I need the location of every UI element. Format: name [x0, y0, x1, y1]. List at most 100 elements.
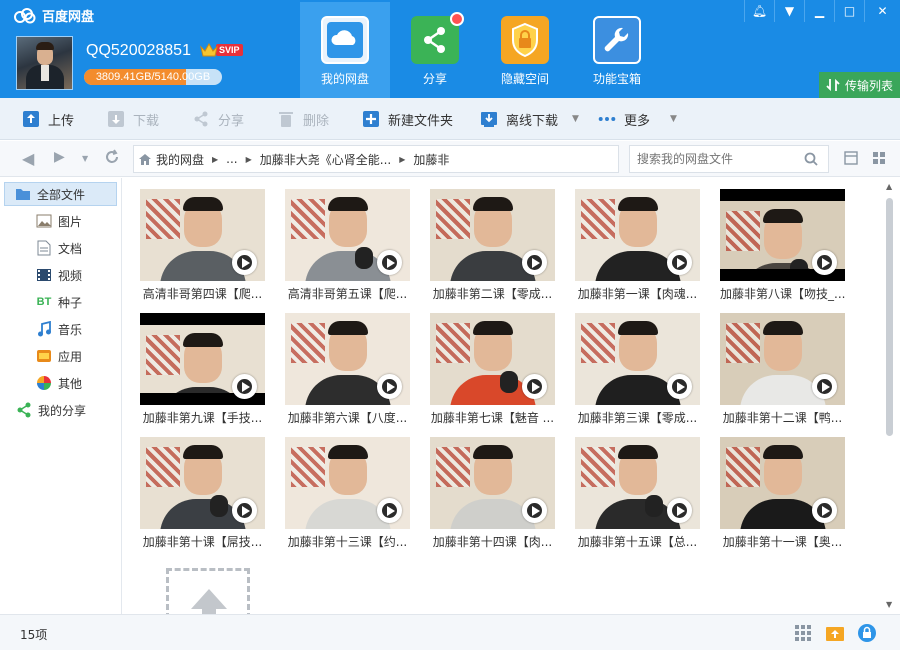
svip-badge[interactable]: SVIP: [200, 42, 243, 58]
file-name[interactable]: 加藤非第七课【魅音 ...: [430, 409, 555, 426]
play-icon[interactable]: [667, 498, 692, 523]
video-thumbnail[interactable]: [285, 313, 410, 405]
avatar[interactable]: [16, 36, 73, 90]
sidebar-item[interactable]: 全部文件: [4, 182, 117, 206]
video-file-tile[interactable]: 高清非哥第五课【爬...: [285, 189, 410, 302]
scroll-up-icon[interactable]: ▲: [886, 182, 892, 191]
file-name[interactable]: 加藤非第十一课【奥...: [720, 533, 845, 550]
sidebar-item[interactable]: 我的分享: [0, 398, 121, 422]
breadcrumb-home[interactable]: 我的网盘: [134, 151, 212, 168]
file-name[interactable]: 高清非哥第五课【爬...: [285, 285, 410, 302]
delete-button[interactable]: 删除: [277, 98, 329, 140]
back-icon[interactable]: ◀: [22, 149, 34, 168]
close-icon[interactable]: ✕: [864, 0, 900, 22]
file-name[interactable]: 加藤非第十课【屌技...: [140, 533, 265, 550]
username[interactable]: QQ520028851: [86, 42, 191, 60]
video-thumbnail[interactable]: [430, 313, 555, 405]
video-thumbnail[interactable]: [285, 189, 410, 281]
sidebar-item[interactable]: BT 种子: [0, 290, 121, 314]
upload-button[interactable]: 上传: [22, 98, 74, 140]
nav-my-disk[interactable]: 我的网盘: [300, 2, 390, 98]
video-file-tile[interactable]: 高清非哥第四课【爬...: [140, 189, 265, 302]
more-button[interactable]: 更多 ▼: [598, 98, 677, 140]
video-file-tile[interactable]: 加藤非第十二课【鸭...: [720, 313, 845, 426]
nav-share[interactable]: 分享: [390, 2, 480, 98]
vertical-scrollbar[interactable]: ▲ ▼: [884, 180, 896, 612]
transfer-list-button[interactable]: 传输列表: [819, 72, 900, 98]
play-icon[interactable]: [812, 250, 837, 275]
video-thumbnail[interactable]: [720, 313, 845, 405]
video-file-tile[interactable]: 加藤非第三课【零成...: [575, 313, 700, 426]
video-thumbnail[interactable]: [285, 437, 410, 529]
file-name[interactable]: 加藤非第二课【零成...: [430, 285, 555, 302]
video-thumbnail[interactable]: [430, 189, 555, 281]
file-name[interactable]: 加藤非第三课【零成...: [575, 409, 700, 426]
video-thumbnail[interactable]: [140, 313, 265, 405]
file-name[interactable]: 加藤非第十四课【肉...: [430, 533, 555, 550]
sidebar-item[interactable]: 图片: [0, 209, 121, 233]
video-thumbnail[interactable]: [575, 437, 700, 529]
sidebar-item[interactable]: 视频: [0, 263, 121, 287]
maximize-icon[interactable]: □: [834, 0, 864, 22]
video-thumbnail[interactable]: [575, 189, 700, 281]
bell-icon[interactable]: 🔔︎: [744, 0, 774, 22]
play-icon[interactable]: [232, 374, 257, 399]
breadcrumb-ellipsis[interactable]: ...: [218, 152, 245, 166]
video-file-tile[interactable]: 加藤非第九课【手技...: [140, 313, 265, 426]
file-name[interactable]: 加藤非第八课【吻技_...: [720, 285, 845, 302]
play-icon[interactable]: [377, 498, 402, 523]
video-file-tile[interactable]: 加藤非第二课【零成...: [430, 189, 555, 302]
upload-drop-tile[interactable]: [166, 568, 250, 614]
scroll-down-icon[interactable]: ▼: [886, 600, 892, 609]
search-input[interactable]: [630, 146, 790, 172]
play-icon[interactable]: [377, 250, 402, 275]
thumbnail-size-icon[interactable]: [793, 623, 813, 643]
video-file-tile[interactable]: 加藤非第八课【吻技_...: [720, 189, 845, 302]
video-file-tile[interactable]: 加藤非第十三课【约...: [285, 437, 410, 550]
search-icon[interactable]: [804, 152, 818, 166]
upload-folder-icon[interactable]: [825, 623, 845, 643]
video-thumbnail[interactable]: [720, 437, 845, 529]
offline-download-button[interactable]: 离线下载 ▼: [480, 98, 579, 140]
play-icon[interactable]: [667, 374, 692, 399]
video-file-tile[interactable]: 加藤非第七课【魅音 ...: [430, 313, 555, 426]
video-file-tile[interactable]: 加藤非第一课【肉魂...: [575, 189, 700, 302]
share-button[interactable]: 分享: [192, 98, 244, 140]
breadcrumb-parent[interactable]: 加藤非大尧《心肾全能...: [252, 151, 399, 168]
forward-icon[interactable]: ▶: [54, 149, 65, 165]
sidebar-item[interactable]: 其他: [0, 371, 121, 395]
sidebar-item[interactable]: 文档: [0, 236, 121, 260]
minimize-icon[interactable]: ▁: [804, 0, 834, 22]
video-thumbnail[interactable]: [140, 189, 265, 281]
play-icon[interactable]: [232, 250, 257, 275]
file-name[interactable]: 加藤非第九课【手技...: [140, 409, 265, 426]
file-name[interactable]: 加藤非第六课【八度...: [285, 409, 410, 426]
play-icon[interactable]: [522, 250, 547, 275]
play-icon[interactable]: [812, 498, 837, 523]
video-file-tile[interactable]: 加藤非第六课【八度...: [285, 313, 410, 426]
video-thumbnail[interactable]: [430, 437, 555, 529]
refresh-icon[interactable]: [104, 149, 120, 169]
play-icon[interactable]: [377, 374, 402, 399]
download-button[interactable]: 下载: [107, 98, 159, 140]
file-name[interactable]: 加藤非第一课【肉魂...: [575, 285, 700, 302]
video-file-tile[interactable]: 加藤非第十五课【总...: [575, 437, 700, 550]
video-file-tile[interactable]: 加藤非第十四课【肉...: [430, 437, 555, 550]
nav-hidden-space[interactable]: 隐藏空间: [480, 2, 570, 98]
sidebar-item[interactable]: 应用: [0, 344, 121, 368]
file-name[interactable]: 加藤非第十三课【约...: [285, 533, 410, 550]
grid-view-icon[interactable]: [872, 151, 886, 165]
play-icon[interactable]: [522, 498, 547, 523]
nav-toolbox[interactable]: 功能宝箱: [572, 2, 662, 98]
history-dropdown-icon[interactable]: ▼: [82, 154, 88, 163]
play-icon[interactable]: [522, 374, 547, 399]
video-file-tile[interactable]: 加藤非第十课【屌技...: [140, 437, 265, 550]
lock-icon[interactable]: [857, 623, 877, 643]
play-icon[interactable]: [232, 498, 257, 523]
video-thumbnail[interactable]: [140, 437, 265, 529]
file-name[interactable]: 加藤非第十五课【总...: [575, 533, 700, 550]
new-folder-button[interactable]: 新建文件夹: [362, 98, 453, 140]
video-thumbnail[interactable]: [720, 189, 845, 281]
file-name[interactable]: 高清非哥第四课【爬...: [140, 285, 265, 302]
video-file-tile[interactable]: 加藤非第十一课【奥...: [720, 437, 845, 550]
